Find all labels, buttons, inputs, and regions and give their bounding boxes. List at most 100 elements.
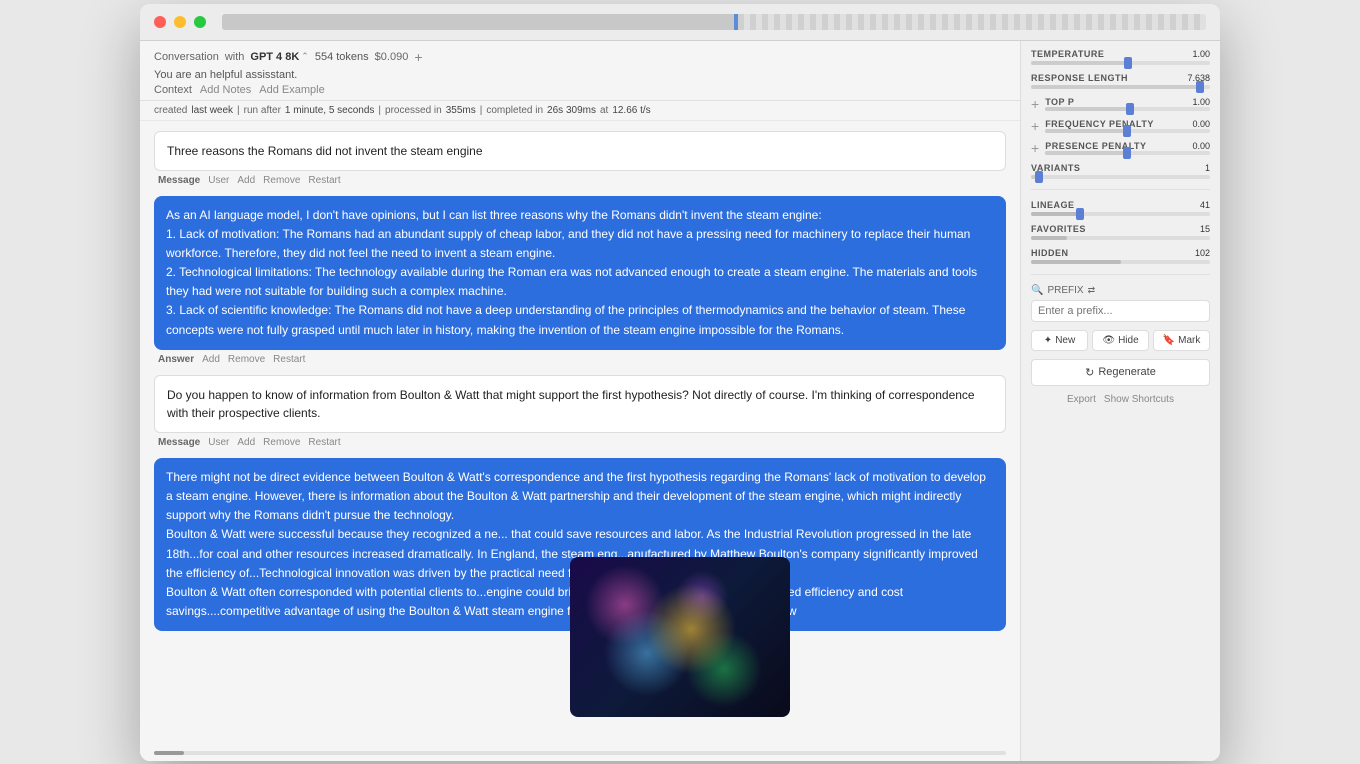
minimize-button[interactable] [174,16,186,28]
with-label: with [225,51,245,63]
favorites-bar [1031,236,1210,240]
new-button[interactable]: ✦ New [1031,330,1088,351]
chat-panel: Conversation with GPT 4 8K ⌃ 554 tokens … [140,41,1020,761]
run-after-label: run after [244,105,281,116]
favorites-value: 15 [1200,224,1210,234]
completed-time: 26s 309ms [547,105,596,116]
prefix-input[interactable] [1031,300,1210,322]
cycle-icon: ⇄ [1088,285,1096,296]
response-length-param: RESPONSE LENGTH 7.638 [1031,73,1210,89]
mark-button[interactable]: 🔖 Mark [1153,330,1210,351]
user-message-2[interactable]: Do you happen to know of information fro… [154,375,1006,433]
prefix-label: PREFIX [1047,285,1083,296]
message-2-remove-btn[interactable]: Remove [263,437,300,448]
variants-slider[interactable] [1031,175,1210,179]
context-row: Context Add Notes Add Example [154,84,1006,96]
action-buttons: ✦ New 👁 Hide 🔖 Mark [1031,330,1210,351]
message-remove-btn[interactable]: Remove [263,175,300,186]
message-1-actions: Message User Add Remove Restart [154,173,1006,188]
right-panel: TEMPERATURE 1.00 RESPONSE LENGTH 7.638 [1020,41,1220,761]
variants-value: 1 [1205,163,1210,173]
message-user-label: User [208,175,229,186]
model-selector[interactable]: GPT 4 8K ⌃ [250,51,308,63]
processed-label: processed in [385,105,442,116]
presence-penalty-plus-icon[interactable]: + [1031,141,1039,155]
answer-1-actions: Answer Add Remove Restart [154,352,1006,367]
decorative-image [570,557,790,717]
refresh-icon: ↻ [1085,366,1094,379]
response-length-label: RESPONSE LENGTH [1031,73,1128,83]
temperature-label: TEMPERATURE [1031,49,1104,59]
system-prompt[interactable]: You are an helpful assisstant. [154,69,1006,81]
temperature-slider[interactable] [1031,61,1210,65]
response-length-slider[interactable] [1031,85,1210,89]
hide-button[interactable]: 👁 Hide [1092,330,1149,351]
token-progress-bar [222,14,1206,30]
lineage-param: LINEAGE 41 [1031,200,1210,216]
created-time: last week [191,105,233,116]
message-add-btn[interactable]: Add [237,175,255,186]
completed-label: completed in [486,105,543,116]
section-divider-2 [1031,274,1210,275]
image-overlay [570,557,790,717]
hidden-param: HIDDEN 102 [1031,248,1210,264]
frequency-penalty-plus-icon[interactable]: + [1031,119,1039,133]
answer-restart-btn[interactable]: Restart [273,354,305,365]
regenerate-button[interactable]: ↻ Regenerate [1031,359,1210,386]
message-2-restart-btn[interactable]: Restart [308,437,340,448]
temperature-value: 1.00 [1192,49,1210,59]
answer-remove-btn[interactable]: Remove [228,354,265,365]
answer-add-btn[interactable]: Add [202,354,220,365]
hidden-label: HIDDEN [1031,248,1069,258]
context-label: Context [154,84,192,96]
at-label: at [600,105,608,116]
answer-role-label: Answer [158,354,194,365]
new-icon: ✦ [1044,335,1052,346]
maximize-button[interactable] [194,16,206,28]
temperature-param: TEMPERATURE 1.00 [1031,49,1210,65]
add-example-link[interactable]: Add Example [259,84,324,96]
search-icon: 🔍 [1031,285,1043,296]
add-notes-link[interactable]: Add Notes [200,84,251,96]
variants-param: VARIANTS 1 [1031,163,1210,179]
presence-penalty-label: PRESENCE PENALTY [1045,141,1146,151]
answer-1: As an AI language model, I don't have op… [154,196,1006,367]
user-message-1-text: Three reasons the Romans did not invent … [167,144,483,158]
new-label: New [1055,335,1075,346]
top-p-param: + TOP P 1.00 [1031,97,1210,111]
top-p-label: TOP P [1045,97,1074,107]
mark-label: Mark [1178,335,1200,346]
add-button[interactable]: + [414,49,422,65]
shortcuts-link[interactable]: Show Shortcuts [1104,394,1174,405]
message-1: Three reasons the Romans did not invent … [154,131,1006,188]
frequency-penalty-slider[interactable] [1045,129,1210,133]
message-2-actions: Message User Add Remove Restart [154,435,1006,450]
speed: 12.66 t/s [612,105,650,116]
horizontal-scrollbar[interactable] [154,751,1006,755]
answer-1-text: As an AI language model, I don't have op… [166,208,977,337]
message-2: Do you happen to know of information fro… [154,375,1006,450]
presence-penalty-value: 0.00 [1192,141,1210,151]
export-link[interactable]: Export [1067,394,1096,405]
chat-header: Conversation with GPT 4 8K ⌃ 554 tokens … [140,41,1020,101]
user-message-1[interactable]: Three reasons the Romans did not invent … [154,131,1006,171]
top-p-plus-icon[interactable]: + [1031,97,1039,111]
created-label: created [154,105,187,116]
close-button[interactable] [154,16,166,28]
hidden-bar [1031,260,1210,264]
regenerate-label: Regenerate [1098,366,1156,378]
processed-time: 355ms [446,105,476,116]
section-divider-1 [1031,189,1210,190]
lineage-value: 41 [1200,200,1210,210]
titlebar [140,4,1220,41]
hide-label: Hide [1118,335,1139,346]
top-p-value: 1.00 [1192,97,1210,107]
top-p-slider[interactable] [1045,107,1210,111]
presence-penalty-slider[interactable] [1045,151,1210,155]
conversation-label: Conversation [154,51,219,63]
app-window: Conversation with GPT 4 8K ⌃ 554 tokens … [140,4,1220,761]
eye-icon: 👁 [1102,335,1115,346]
token-count: 554 tokens [315,51,369,63]
message-2-add-btn[interactable]: Add [237,437,255,448]
message-restart-btn[interactable]: Restart [308,175,340,186]
